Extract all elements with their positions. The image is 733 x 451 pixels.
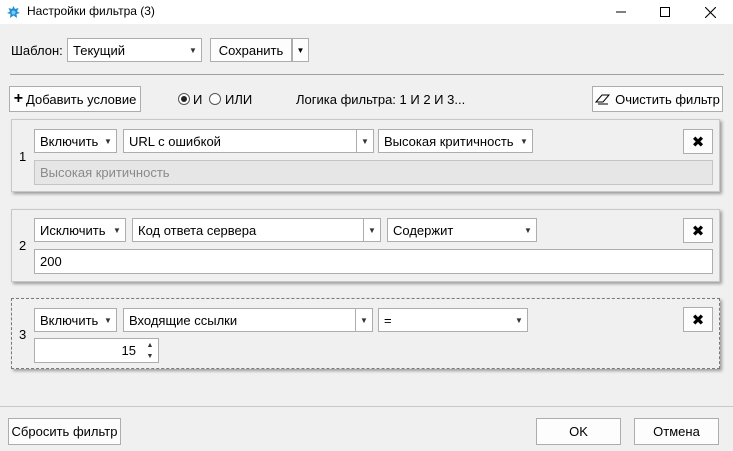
- chevron-down-icon: ▼: [363, 219, 380, 241]
- clear-filter-label: Очистить фильтр: [615, 91, 720, 107]
- close-button[interactable]: [687, 0, 733, 24]
- condition-field-value: URL с ошибкой: [129, 133, 221, 149]
- chevron-down-icon: ▼: [356, 130, 373, 152]
- delete-condition-button[interactable]: ✖: [683, 307, 713, 332]
- template-select[interactable]: Текущий ▼: [67, 38, 202, 62]
- app-logo-icon: [7, 6, 20, 18]
- radio-or-label: ИЛИ: [225, 92, 253, 107]
- cancel-button[interactable]: Отмена: [634, 418, 719, 445]
- condition-index: 1: [19, 149, 27, 164]
- eraser-icon: [595, 94, 611, 105]
- divider-bottom: [0, 406, 733, 407]
- condition-operator-select[interactable]: Содержит ▼: [387, 218, 537, 242]
- chevron-down-icon: ▼: [104, 136, 112, 146]
- chevron-down-icon: ▼: [524, 225, 532, 235]
- maximize-icon: [660, 7, 670, 17]
- condition-operator-value: =: [384, 312, 392, 328]
- condition-mode-value: Включить: [40, 133, 99, 149]
- condition-field-value: Код ответа сервера: [138, 222, 257, 238]
- condition-mode-select[interactable]: Исключить ▼: [34, 218, 126, 242]
- condition-operator-select[interactable]: Высокая критичность ▼: [378, 129, 533, 153]
- condition-operator-select[interactable]: = ▼: [378, 308, 528, 332]
- radio-and-label: И: [193, 92, 203, 107]
- delete-x-icon: ✖: [691, 222, 705, 240]
- maximize-button[interactable]: [642, 0, 688, 24]
- condition-operator-value: Высокая критичность: [384, 133, 514, 149]
- radio-and[interactable]: [178, 93, 190, 105]
- template-selected: Текущий: [73, 42, 125, 58]
- chevron-down-icon: ▼: [355, 309, 372, 331]
- condition-index: 2: [19, 238, 27, 253]
- condition-value-input[interactable]: 200: [34, 249, 713, 274]
- delete-condition-button[interactable]: ✖: [683, 129, 713, 154]
- condition-mode-value: Включить: [40, 312, 99, 328]
- radio-or[interactable]: [209, 93, 221, 105]
- filter-logic-text: Логика фильтра: 1 И 2 И 3...: [296, 92, 466, 107]
- condition-field-select[interactable]: Входящие ссылки ▼: [123, 308, 373, 332]
- minimize-button[interactable]: [598, 0, 644, 24]
- condition-value-spinner[interactable]: 15 ▲ ▼: [34, 338, 159, 363]
- condition-field-select[interactable]: URL с ошибкой ▼: [123, 129, 374, 153]
- condition-field-value: Входящие ссылки: [129, 312, 238, 328]
- ok-button[interactable]: OK: [536, 418, 621, 445]
- chevron-down-icon: ▼: [296, 45, 305, 55]
- chevron-down-icon: ▼: [104, 315, 112, 325]
- condition-field-select[interactable]: Код ответа сервера ▼: [132, 218, 381, 242]
- condition-value-field: Высокая критичность: [34, 160, 713, 185]
- spinner-up-icon[interactable]: ▲: [144, 341, 156, 350]
- template-label: Шаблон:: [11, 43, 63, 58]
- delete-condition-button[interactable]: ✖: [683, 218, 713, 243]
- delete-x-icon: ✖: [691, 133, 705, 151]
- reset-filter-button[interactable]: Сбросить фильтр: [8, 418, 121, 445]
- condition-mode-value: Исключить: [40, 222, 106, 238]
- clear-filter-button[interactable]: Очистить фильтр: [592, 86, 723, 112]
- save-template-button[interactable]: Сохранить: [210, 38, 292, 62]
- chevron-down-icon: ▼: [520, 136, 528, 146]
- chevron-down-icon: ▼: [515, 315, 523, 325]
- divider-top: [10, 74, 724, 75]
- condition-mode-select[interactable]: Включить ▼: [34, 129, 117, 153]
- condition-mode-select[interactable]: Включить ▼: [34, 308, 117, 332]
- delete-x-icon: ✖: [691, 311, 705, 329]
- condition-index: 3: [19, 327, 27, 342]
- minimize-icon: [616, 11, 626, 13]
- save-dropdown-button[interactable]: ▼: [292, 38, 309, 62]
- close-icon: [704, 6, 716, 18]
- chevron-down-icon: ▼: [113, 225, 121, 235]
- window-title: Настройки фильтра (3): [27, 4, 155, 18]
- chevron-down-icon: ▼: [189, 45, 197, 55]
- condition-operator-value: Содержит: [393, 222, 454, 238]
- add-condition-button[interactable]: + Добавить условие: [9, 86, 141, 112]
- spinner-value: 15: [121, 343, 136, 358]
- add-condition-label: Добавить условие: [26, 91, 137, 107]
- plus-icon: +: [13, 90, 24, 107]
- spinner-down-icon[interactable]: ▼: [144, 352, 156, 361]
